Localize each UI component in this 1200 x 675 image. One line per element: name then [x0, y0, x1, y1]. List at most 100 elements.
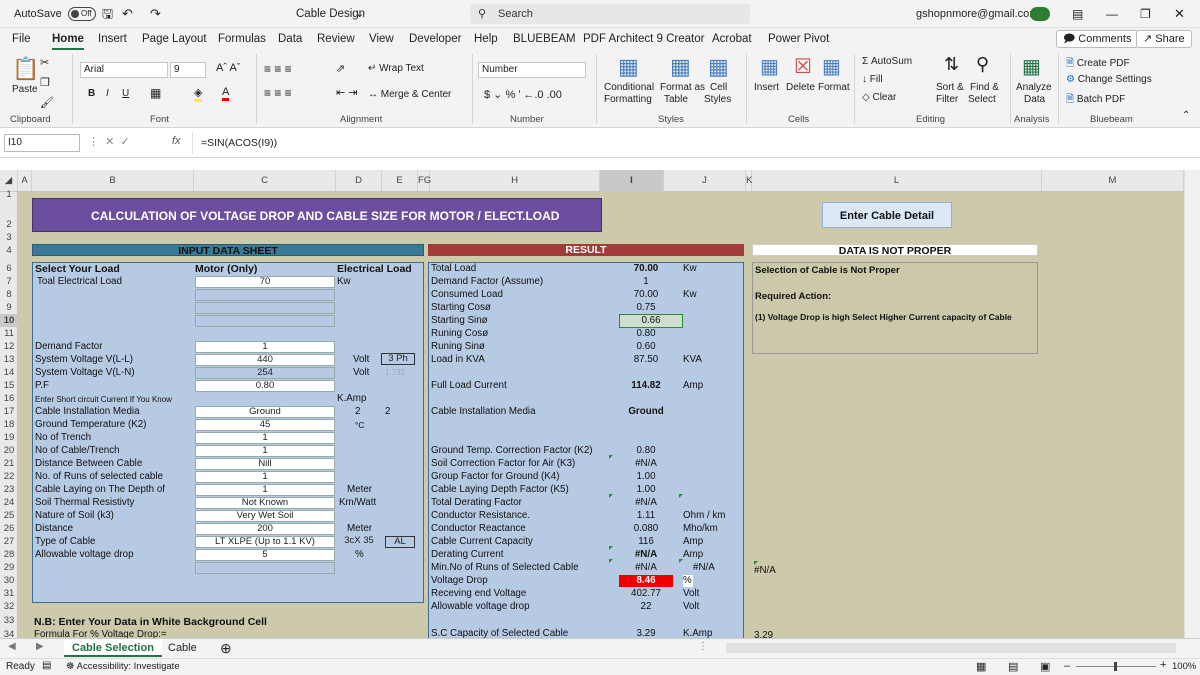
data-label[interactable]: Data [1024, 94, 1045, 105]
row-header[interactable]: 4 [0, 244, 18, 257]
prev-sheet-icon[interactable]: ◀ [8, 641, 16, 652]
filter-label[interactable]: Filter [936, 94, 958, 105]
number-format-icons[interactable]: $ ⌄ % ’ ←.0 .00 [484, 88, 562, 101]
runs-input[interactable]: 1 [195, 471, 335, 483]
row-header[interactable]: 21 [0, 457, 18, 470]
restore-icon[interactable]: ❐ [1140, 0, 1151, 28]
row-header[interactable]: 15 [0, 379, 18, 392]
cancel-icon[interactable]: ⋮ ✕ ✓ [88, 135, 130, 148]
col-header[interactable]: J [664, 170, 746, 191]
more-options-icon[interactable]: ⋮ [698, 641, 708, 652]
orientation-icon[interactable]: ⇗ [336, 62, 345, 75]
paste-icon[interactable]: 📋 [12, 56, 39, 82]
vertical-scrollbar[interactable] [1184, 170, 1200, 638]
cable-material-select[interactable]: AL [385, 536, 415, 548]
empty-cell[interactable] [195, 562, 335, 574]
col-header[interactable]: D [336, 170, 382, 191]
tab-insert[interactable]: Insert [98, 28, 127, 50]
row-header[interactable]: 19 [0, 431, 18, 444]
batch-pdf-button[interactable]: 🗎 Batch PDF [1066, 92, 1125, 109]
soil-thermal-input[interactable]: Not Known [195, 497, 335, 509]
distance-input[interactable]: 200 [195, 523, 335, 535]
insert-button[interactable]: Insert [754, 82, 779, 93]
font-size-select[interactable]: 9 [170, 62, 206, 78]
cell-label[interactable]: Cell [710, 82, 727, 93]
fill-button[interactable]: ↓ Fill [862, 74, 883, 85]
comments-button[interactable]: 🗩 Comments [1056, 30, 1139, 48]
tab-home[interactable]: Home [52, 28, 84, 50]
enter-cable-detail-button[interactable]: Enter Cable Detail [822, 202, 952, 228]
type-of-cable-input[interactable]: LT XLPE (Up to 1.1 KV) [195, 536, 335, 548]
r-start-sin-value-selected[interactable]: 0.66 [619, 314, 683, 328]
bold-button[interactable]: B [88, 88, 95, 99]
row-header[interactable]: 18 [0, 418, 18, 431]
format-painter-icon[interactable]: 🖌 [40, 96, 54, 109]
col-header-selected[interactable]: I [600, 170, 664, 191]
avatar[interactable] [1030, 7, 1050, 21]
share-button[interactable]: ↗ Share [1136, 30, 1192, 48]
row-header[interactable]: 17 [0, 405, 18, 418]
insert-cells-icon[interactable]: ▦ [760, 54, 779, 79]
find-select-icon[interactable]: ⚲ [976, 54, 989, 75]
italic-button[interactable]: I [106, 88, 109, 99]
styles-button[interactable]: Styles [704, 94, 731, 105]
row-header[interactable]: 7 [0, 275, 18, 288]
row-header[interactable]: 3 [0, 231, 18, 244]
row-header[interactable]: 22 [0, 470, 18, 483]
collapse-ribbon-icon[interactable]: ⌃ [1182, 110, 1190, 121]
delete-button[interactable]: Delete [786, 82, 815, 93]
number-format-select[interactable]: Number [478, 62, 586, 78]
create-pdf-button[interactable]: 🗎 Create PDF [1066, 56, 1130, 73]
row-header[interactable]: 26 [0, 522, 18, 535]
formula-input[interactable]: =SIN(ACOS(I9)) [192, 132, 1182, 154]
save-icon[interactable]: 🖫 [102, 0, 113, 28]
select-label[interactable]: Select [968, 94, 996, 105]
zoom-in-icon[interactable]: + [1160, 659, 1166, 671]
row-header[interactable]: 24 [0, 496, 18, 509]
tab-formulas[interactable]: Formulas [218, 28, 266, 50]
delete-cells-icon[interactable]: ☒ [794, 54, 812, 79]
row-header[interactable]: 1 [0, 190, 18, 200]
zoom-slider-thumb[interactable] [1114, 662, 1117, 671]
row-header[interactable]: 13 [0, 353, 18, 366]
row-header[interactable]: 31 [0, 587, 18, 600]
conditional-label[interactable]: Conditional [604, 82, 654, 93]
zoom-out-icon[interactable]: – [1064, 660, 1070, 672]
zoom-level[interactable]: 100% [1172, 661, 1196, 672]
col-header[interactable]: M [1042, 170, 1184, 191]
grow-font-icon[interactable]: Aˆ Aˇ [216, 62, 240, 74]
allowable-drop-input[interactable]: 5 [195, 549, 335, 561]
col-header[interactable]: E [382, 170, 418, 191]
cable-size-select[interactable]: 3cX 35 [337, 536, 381, 548]
change-settings-button[interactable]: ⚙ Change Settings [1066, 74, 1152, 85]
wrap-text-button[interactable]: ↵ Wrap Text [368, 63, 424, 74]
row-header[interactable]: 14 [0, 366, 18, 379]
total-load-input[interactable]: 70 [195, 276, 335, 288]
row-header[interactable]: 9 [0, 301, 18, 314]
col-header[interactable]: B [32, 170, 194, 191]
row-header[interactable]: 2 [0, 218, 18, 231]
tab-review[interactable]: Review [317, 28, 355, 50]
row-header[interactable]: 8 [0, 288, 18, 301]
align-top-icon[interactable]: ≡ ≡ ≡ [264, 62, 292, 76]
no-of-trench-input[interactable]: 1 [195, 432, 335, 444]
chevron-down-icon[interactable]: ⌄ [355, 0, 364, 28]
nature-of-soil-input[interactable]: Very Wet Soil [195, 510, 335, 522]
ribbon-display-icon[interactable]: ▤ [1072, 0, 1083, 28]
row-header[interactable]: 20 [0, 444, 18, 457]
tab-acrobat[interactable]: Acrobat [712, 28, 752, 50]
motor-only-option[interactable]: Motor (Only) [195, 263, 257, 275]
system-voltage-ll-input[interactable]: 440 [195, 354, 335, 366]
font-name-select[interactable]: Arial [80, 62, 168, 78]
electrical-load-option[interactable]: Electrical Load [337, 263, 412, 275]
autosum-button[interactable]: Σ AutoSum [862, 56, 912, 67]
close-icon[interactable]: ✕ [1174, 0, 1185, 28]
col-header[interactable]: H [430, 170, 600, 191]
tab-pdf-architect[interactable]: PDF Architect 9 Creator [583, 28, 704, 50]
demand-factor-input[interactable]: 1 [195, 341, 335, 353]
tab-developer[interactable]: Developer [409, 28, 461, 50]
next-sheet-icon[interactable]: ▶ [36, 641, 44, 652]
borders-icon[interactable]: ▦ [150, 86, 161, 100]
cell-styles-icon[interactable]: ▦ [708, 54, 729, 80]
page-break-view-icon[interactable]: ▣ [1040, 660, 1050, 673]
